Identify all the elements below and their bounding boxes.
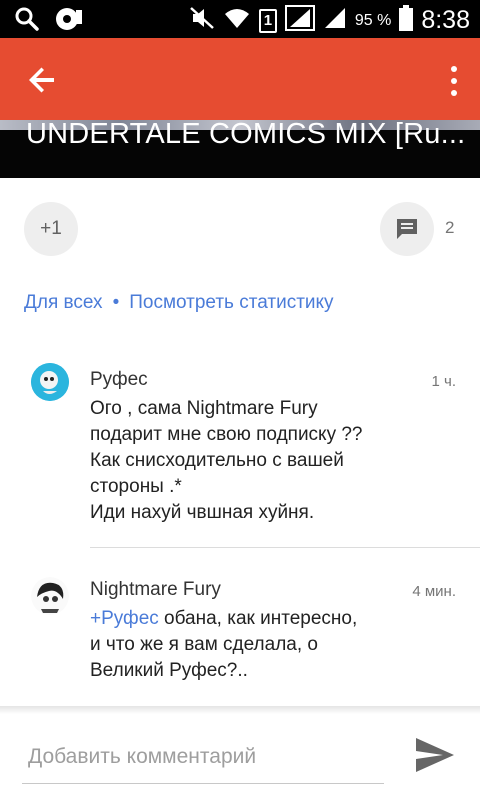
send-button[interactable] [413, 734, 457, 776]
battery-percentage: 95 % [354, 11, 392, 29]
status-bar: 1 95 % 8:38 [0, 0, 480, 38]
signal-icon-2 [323, 6, 347, 35]
more-vert-icon [451, 66, 457, 96]
send-icon [416, 738, 454, 772]
post-title: UNDERTALE COMICS MIX [Ru... [26, 120, 466, 150]
comment-icon [397, 219, 417, 239]
app-bar [0, 38, 480, 120]
comments-button[interactable] [380, 202, 434, 256]
comment-author[interactable]: Nightmare Fury [90, 579, 221, 601]
separator-dot: • [112, 292, 120, 313]
plus-one-button[interactable]: +1 [24, 202, 78, 256]
comment-time: 1 ч. [431, 373, 457, 390]
battery-icon [399, 5, 414, 36]
search-icon [14, 6, 40, 37]
comment-author[interactable]: Руфес [90, 369, 148, 391]
mention-link[interactable]: +Руфес [90, 608, 159, 629]
wifi-icon [223, 6, 251, 35]
mute-icon [189, 6, 215, 35]
input-underline [22, 783, 384, 784]
overflow-menu-button[interactable] [448, 64, 460, 98]
avatar[interactable] [31, 363, 69, 401]
comment-input[interactable]: Добавить комментарий [28, 745, 378, 769]
audience-link[interactable]: Для всех [24, 292, 103, 313]
comment-text: +Руфес обана, как интересно, и что же я … [90, 606, 460, 684]
arrow-back-icon [29, 67, 54, 93]
divider [90, 547, 480, 548]
post-meta-links: Для всех • Посмотреть статистику [24, 292, 334, 314]
post-banner[interactable]: UNDERTALE COMICS MIX [Ru... [0, 120, 480, 178]
signal-icon-1 [284, 5, 315, 36]
comment-time: 4 мин. [412, 583, 456, 600]
media-icon [54, 6, 84, 37]
sim-indicator: 1 [258, 8, 277, 33]
comment-text: Ого , сама Nightmare Fury подарит мне св… [90, 398, 363, 523]
view-stats-link[interactable]: Посмотреть статистику [129, 292, 333, 313]
clock: 8:38 [421, 6, 470, 34]
avatar[interactable] [31, 577, 69, 615]
composer-shadow [0, 706, 480, 714]
comment-count: 2 [445, 218, 455, 237]
back-button[interactable] [20, 56, 66, 102]
